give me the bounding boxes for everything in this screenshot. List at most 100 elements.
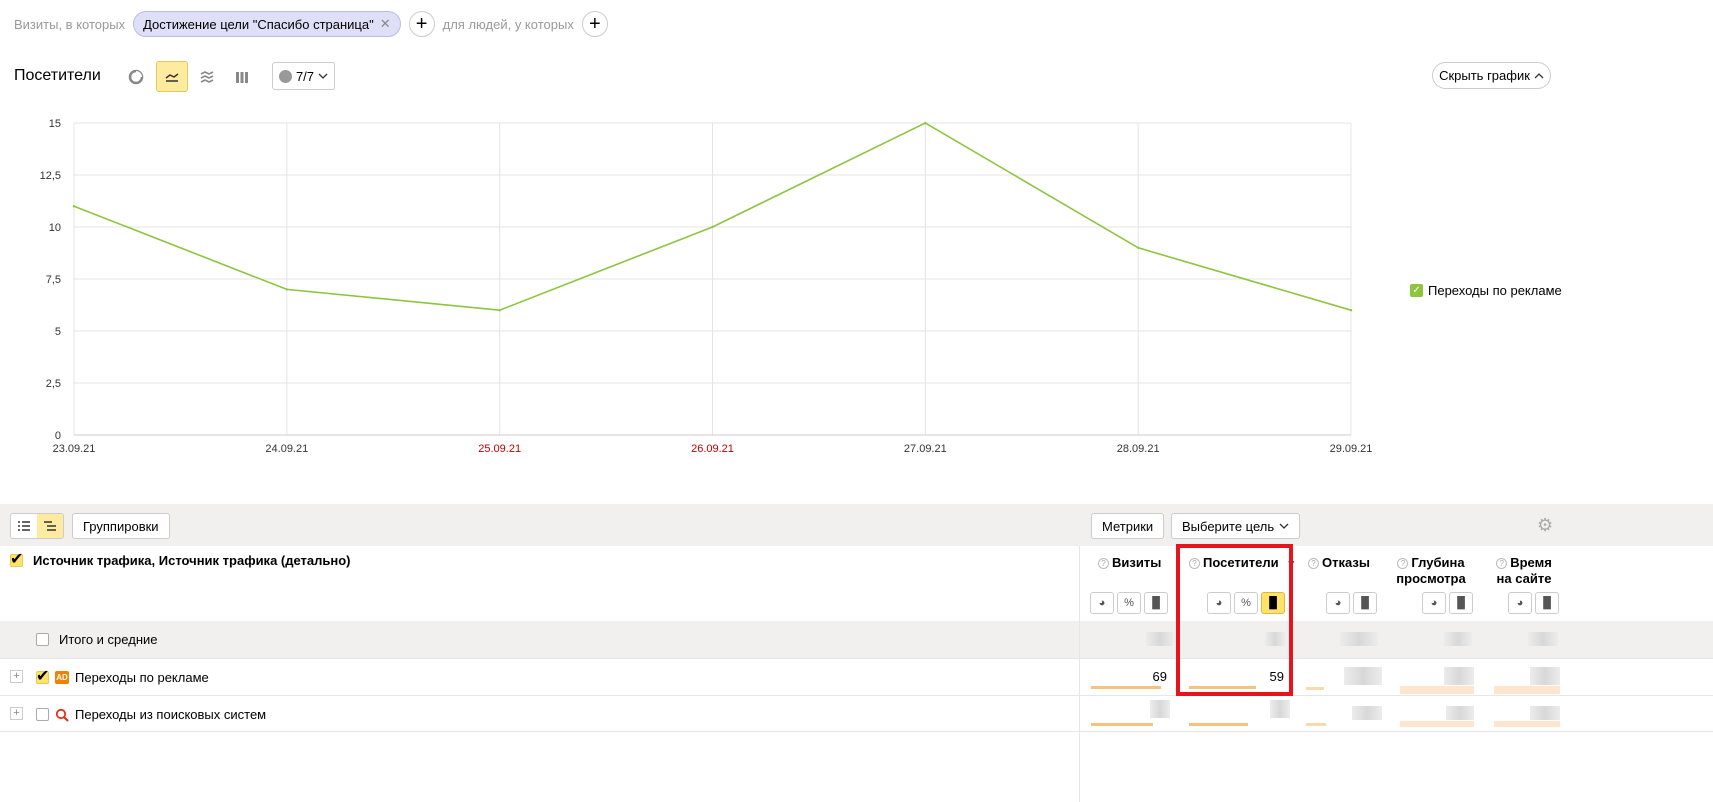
ad-icon: AD	[55, 671, 69, 684]
goal-select[interactable]: Выберите цель	[1171, 513, 1301, 539]
hide-chart-label: Скрыть график	[1439, 68, 1530, 83]
data-point	[285, 288, 289, 291]
add-people-condition-button[interactable]: +	[581, 11, 608, 37]
time-share-bar	[1494, 686, 1560, 694]
column-chart-icon	[236, 71, 248, 83]
bar-chart-icon[interactable]: ▐▌	[1449, 592, 1473, 614]
data-point	[711, 225, 714, 229]
blurred-value	[1530, 667, 1560, 685]
help-icon[interactable]: ?	[1098, 558, 1109, 569]
column-header-depth[interactable]: ? Глубина просмотра	[1396, 555, 1466, 587]
bar-chart-icon[interactable]: ▐▌	[1535, 592, 1559, 614]
blurred-value	[1352, 706, 1382, 720]
column-chart-view-button[interactable]	[226, 61, 258, 92]
goal-select-label: Выберите цель	[1182, 518, 1275, 534]
hide-chart-button[interactable]: Скрыть график	[1432, 62, 1551, 89]
close-icon[interactable]: ✕	[380, 16, 391, 32]
pie-chart-icon[interactable]: ◕	[1090, 592, 1114, 614]
metrics-button[interactable]: Метрики	[1091, 513, 1165, 539]
notes-button[interactable]: 7/7	[272, 62, 335, 90]
tree-view-icon[interactable]	[37, 514, 63, 538]
column-label: Отказы	[1322, 555, 1370, 570]
list-view-icon[interactable]	[11, 514, 37, 538]
bar-chart-icon[interactable]: ▐▌	[1144, 592, 1168, 614]
chevron-up-icon	[1534, 72, 1544, 78]
segment-filter-row: Визиты, в которых Достижение цели "Спаси…	[14, 11, 608, 37]
legend-checkbox[interactable]: ✓	[1410, 284, 1423, 297]
blurred-value	[1528, 632, 1558, 646]
y-tick-label: 5	[55, 326, 61, 338]
pie-chart-view-button[interactable]	[120, 61, 152, 92]
add-visit-condition-button[interactable]: +	[408, 11, 435, 37]
people-condition-text: для людей, у которых	[442, 16, 574, 32]
help-icon[interactable]: ?	[1397, 558, 1409, 569]
table-row[interactable]: + Переходы из поисковых систем	[0, 695, 1713, 732]
column-divider	[1079, 546, 1080, 802]
depth-view-buttons: ◕ ▐▌	[1422, 592, 1473, 614]
chevron-down-icon	[318, 73, 328, 79]
column-header-visits[interactable]: ? Визиты	[1098, 555, 1161, 571]
column-label: Визиты	[1112, 555, 1162, 570]
row-label[interactable]: Переходы по рекламе	[75, 670, 209, 685]
x-tick-label: 29.09.21	[1330, 443, 1373, 455]
column-label-line2: на сайте	[1496, 571, 1552, 586]
dimension-header-checkbox[interactable]	[10, 549, 23, 569]
table-total-row: Итого и средние	[0, 621, 1713, 658]
gear-icon[interactable]: ⚙	[1537, 516, 1553, 534]
blurred-value	[1270, 700, 1290, 718]
y-tick-label: 0	[55, 430, 61, 442]
help-icon[interactable]: ?	[1308, 558, 1319, 569]
table-row[interactable]: + AD Переходы по рекламе 69 59	[0, 658, 1713, 695]
data-point	[924, 121, 927, 125]
chevron-down-icon	[1279, 523, 1289, 529]
y-tick-label: 7,5	[46, 274, 61, 286]
time-view-buttons: ◕ ▐▌	[1508, 592, 1559, 614]
area-chart-icon	[200, 70, 214, 83]
depth-share-bar	[1400, 686, 1474, 694]
expand-row-icon[interactable]: +	[10, 670, 23, 683]
help-icon[interactable]: ?	[1496, 558, 1508, 569]
goal-filter-chip[interactable]: Достижение цели "Спасибо страница" ✕	[133, 11, 401, 37]
bounces-share-bar	[1306, 723, 1326, 726]
data-point	[72, 205, 76, 208]
chart-title: Посетители	[14, 67, 101, 84]
expand-row-icon[interactable]: +	[10, 707, 23, 720]
area-chart-view-button[interactable]	[191, 61, 223, 92]
blurred-value	[1146, 632, 1174, 646]
groupings-button[interactable]: Группировки	[72, 513, 170, 539]
percent-icon[interactable]: %	[1117, 592, 1141, 614]
line-chart-icon	[165, 72, 179, 82]
y-tick-label: 2,5	[46, 378, 61, 390]
legend-label: Переходы по рекламе	[1428, 283, 1562, 298]
dimension-header-label: Источник трафика, Источник трафика (дета…	[33, 553, 351, 568]
bar-chart-icon[interactable]: ▐▌	[1353, 592, 1377, 614]
pie-chart-icon[interactable]: ◕	[1422, 592, 1446, 614]
pie-chart-icon[interactable]: ◕	[1508, 592, 1532, 614]
filter-prefix: Визиты, в которых	[14, 16, 126, 32]
y-tick-label: 12,5	[40, 170, 61, 182]
blurred-value	[1444, 632, 1472, 646]
visits-view-buttons: ◕ % ▐▌	[1090, 592, 1168, 614]
line-chart-view-button[interactable]	[156, 61, 188, 92]
visits-share-bar	[1091, 686, 1162, 689]
chart-legend-item[interactable]: ✓ Переходы по рекламе	[1410, 283, 1562, 298]
column-header-bounces[interactable]: ? Отказы	[1308, 555, 1370, 571]
x-tick-label: 25.09.21	[478, 443, 521, 455]
row-checkbox[interactable]	[36, 666, 49, 686]
x-tick-label: 28.09.21	[1117, 443, 1160, 455]
bounces-share-bar	[1306, 687, 1324, 690]
pie-chart-icon[interactable]: ◕	[1326, 592, 1350, 614]
table-view-switch	[10, 513, 64, 539]
y-tick-label: 10	[49, 222, 61, 234]
row-checkbox[interactable]	[36, 708, 49, 721]
visits-value: 69	[1152, 669, 1167, 684]
data-point	[1349, 309, 1353, 312]
x-tick-label: 27.09.21	[904, 443, 947, 455]
column-header-time[interactable]: ? Время на сайте	[1494, 555, 1554, 587]
bounces-view-buttons: ◕ ▐▌	[1326, 592, 1377, 614]
goal-filter-chip-label: Достижение цели "Спасибо страница"	[143, 16, 374, 32]
row-label[interactable]: Переходы из поисковых систем	[75, 707, 266, 722]
x-tick-label: 24.09.21	[265, 443, 308, 455]
x-tick-label: 23.09.21	[53, 443, 96, 455]
total-row-checkbox[interactable]	[36, 633, 49, 646]
